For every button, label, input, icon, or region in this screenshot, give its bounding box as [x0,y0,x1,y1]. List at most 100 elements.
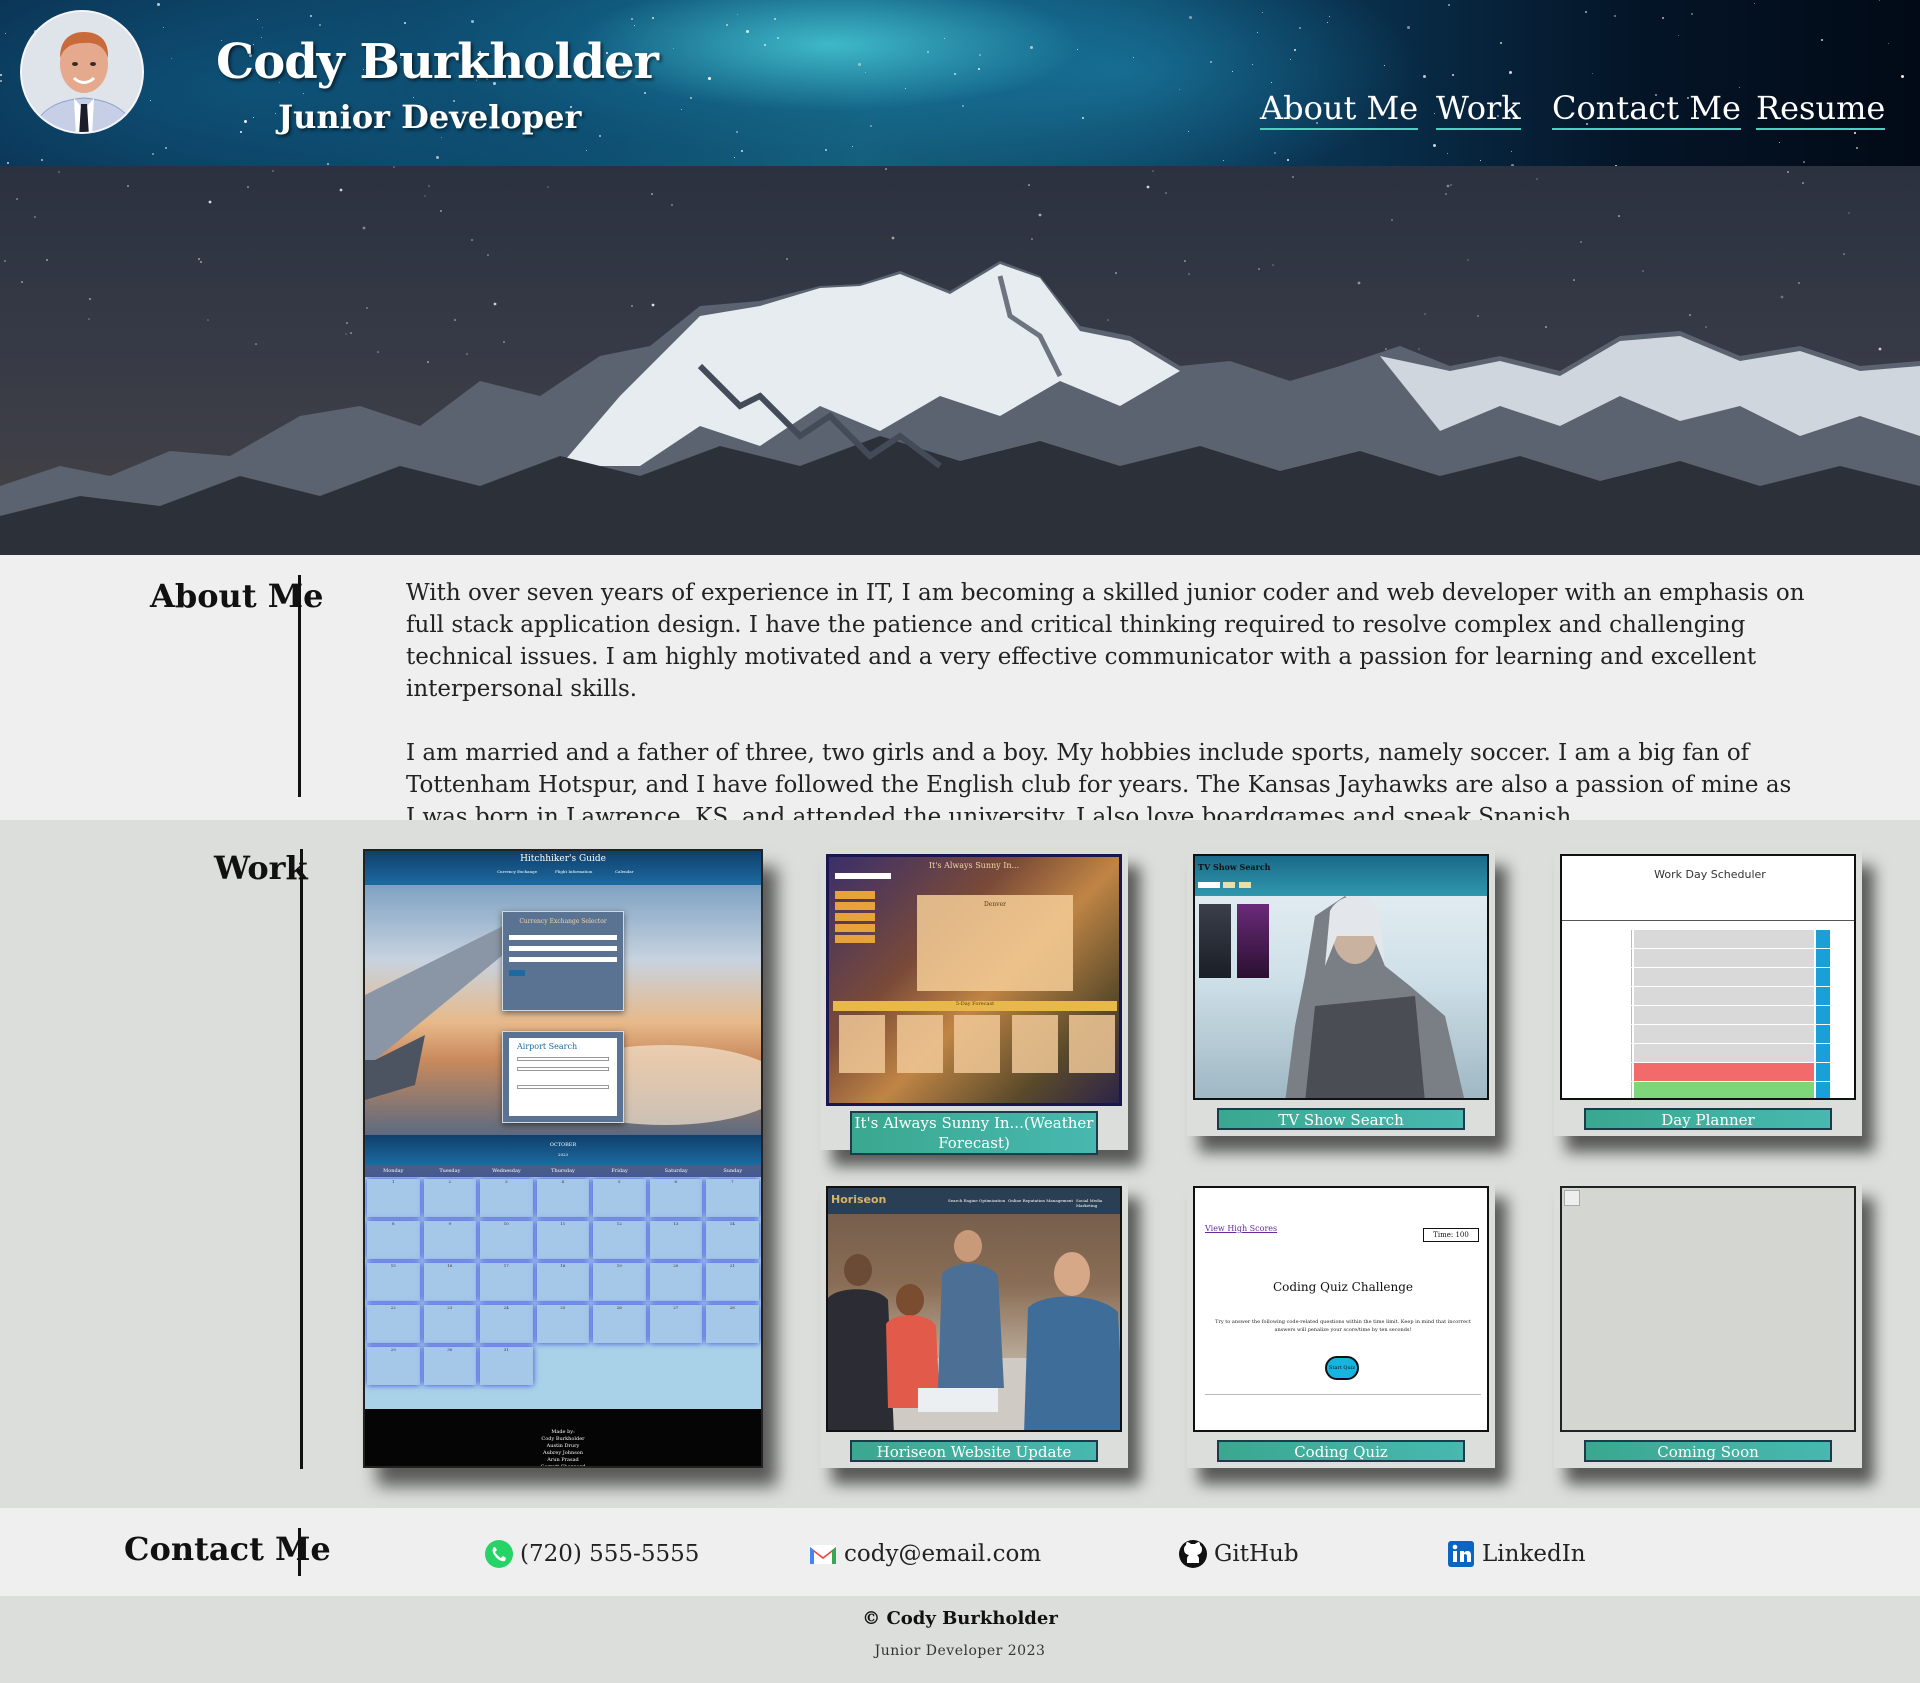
header-star [1290,59,1291,60]
header-star [1500,42,1502,44]
hero-star [651,193,653,195]
header-star [1030,46,1033,49]
project-label-coming-soon[interactable]: Coming Soon [1584,1440,1832,1462]
project-label-weather[interactable]: It's Always Sunny In...(Weather Forecast… [850,1111,1098,1155]
header-star [1252,64,1253,65]
calendar-day-cell: 17 [480,1263,533,1301]
header-star [764,44,766,46]
header-star [1879,0,1880,1]
calendar-month: OCTOBER [549,1142,577,1148]
about-text: With over seven years of experience in I… [406,577,1806,833]
planner-hour-row [1614,1063,1830,1081]
nav-about-me[interactable]: About Me [1260,88,1419,130]
calendar-weekday-row: Monday Tuesday Wednesday Thursday Friday Satu… [365,1165,761,1177]
header-star [1257,32,1258,33]
project-card-coding-quiz[interactable]: View High Scores Time: 100 Coding Quiz C… [1187,1182,1495,1468]
header-star [257,19,258,20]
header-star [163,27,164,28]
planner-hour-row [1614,1006,1830,1024]
planner-hour-row [1614,1082,1830,1098]
weather-shot-panel: Denver [917,895,1073,991]
project-card-day-planner[interactable]: Work Day Scheduler Day Planner [1554,850,1862,1136]
contact-email-link[interactable]: cody@email.com [808,1538,1041,1570]
header-star [586,150,587,151]
nav-work[interactable]: Work [1436,88,1521,130]
featured-nav-currency: Currency Exchange [497,869,538,874]
header-star [746,30,749,33]
contact-phone-link[interactable]: (720) 555-5555 [484,1538,699,1570]
header-star [1447,153,1448,154]
planner-shot-title: Work Day Scheduler [1654,868,1766,881]
currency-input-2 [509,946,617,951]
hero-star [1446,184,1450,188]
project-card-hitchhikers-guide[interactable]: Hitchhiker's Guide Currency Exchange Fli… [363,849,763,1468]
mountain-image [0,166,1920,555]
contact-github-link[interactable]: GitHub [1178,1538,1299,1570]
header-star [1329,16,1330,17]
header-star [1299,27,1301,29]
header-star [171,58,172,59]
nav-resume[interactable]: Resume [1756,88,1886,130]
project-card-weather[interactable]: It's Always Sunny In... Denver 5-Day For… [820,850,1128,1155]
nav-contact-me[interactable]: Contact Me [1552,88,1741,130]
header-star [471,20,474,23]
hero-star [1152,170,1154,172]
calendar-day-cell: 23 [423,1305,476,1343]
hero-star [466,353,468,355]
project-card-coming-soon[interactable]: Coming Soon [1554,1182,1862,1468]
project-card-horiseon[interactable]: Horiseon Search Engine Optimization Onli… [820,1182,1128,1468]
coming-soon-placeholder [1560,1186,1856,1432]
horiseon-team-image [828,1230,1120,1430]
calendar-day-cell: 20 [649,1263,702,1301]
featured-nav-calendar: Calendar [615,869,634,874]
horiseon-screenshot: Horiseon Search Engine Optimization Onli… [826,1186,1122,1432]
calendar-weekday: Wednesday [492,1168,521,1174]
calendar-weekday: Tuesday [439,1168,461,1174]
contact-linkedin-link[interactable]: LinkedIn [1446,1538,1586,1570]
header-star [1407,26,1410,29]
header-star [404,22,406,24]
hero-star [1787,171,1789,173]
hero-star [34,216,36,218]
currency-submit [509,970,525,976]
hero-star [1642,270,1644,272]
planner-hour-row [1614,987,1830,1005]
hero-star [247,186,249,188]
header-star [741,150,743,152]
header-star [858,63,861,66]
contact-phone: (720) 555-5555 [520,1541,700,1567]
hero-star [891,236,895,240]
contact-email: cody@email.com [844,1541,1042,1567]
project-label-coding-quiz[interactable]: Coding Quiz [1217,1440,1465,1462]
hero-star [1357,281,1361,285]
weather-screenshot: It's Always Sunny In... Denver 5-Day For… [826,854,1122,1106]
featured-footer-line: Cody Burkholder [541,1436,585,1442]
hero-star [1292,176,1294,178]
planner-hour-row [1614,1044,1830,1062]
calendar-day-cell: 29 [367,1347,420,1385]
featured-nav-flight: Flight Information [555,869,593,874]
hero-star [493,302,497,306]
hero-star [1798,282,1800,284]
hero-star [1028,184,1030,186]
hero-star [127,185,129,187]
featured-footer-line: Aubrey Johnson [542,1450,584,1456]
project-label-horiseon[interactable]: Horiseon Website Update [850,1440,1098,1462]
work-title: Work [214,849,308,887]
about-section: About Me With over seven years of experi… [0,555,1920,830]
currency-input-1 [509,935,617,940]
header-star [165,147,167,149]
project-label-tv-show[interactable]: TV Show Search [1217,1108,1465,1130]
currency-input-3 [509,957,617,962]
header-star [631,18,633,20]
site-title: Cody Burkholder [216,34,659,90]
header-star [1803,161,1805,163]
featured-footer-line: Made by: [551,1429,575,1435]
calendar-day-cell: 11 [536,1221,589,1259]
calendar-grid: 1 2 3 4 5 6 7 8 9 10 11 12 13 14 15 16 17 18 19 20 21 22 23 24 2… [365,1177,761,1427]
about-paragraph-1: With over seven years of experience in I… [406,580,1805,702]
project-label-day-planner[interactable]: Day Planner [1584,1108,1832,1130]
hero-star [1580,241,1582,243]
header-star [1433,144,1436,147]
project-card-tv-show[interactable]: TV Show Search TV Show Search [1187,850,1495,1136]
